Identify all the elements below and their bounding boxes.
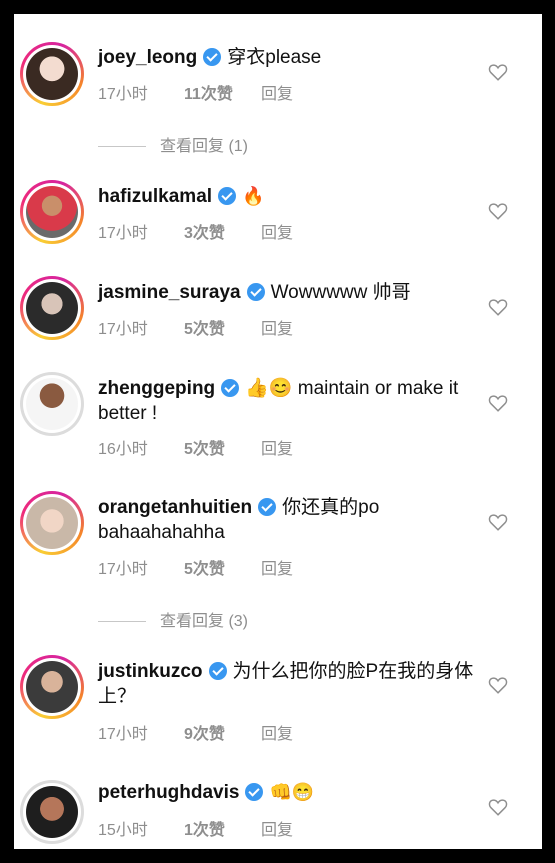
like-count[interactable]: 5次赞: [184, 315, 261, 339]
like-count[interactable]: 3次赞: [184, 219, 261, 243]
username[interactable]: justinkuzco: [98, 661, 203, 682]
comment-time: 17小时: [98, 225, 148, 242]
verified-badge-icon: [208, 662, 227, 680]
username[interactable]: peterhughdavis: [98, 782, 239, 803]
comment-text-block: peterhughdavis 👊😁: [98, 780, 478, 805]
avatar[interactable]: [20, 42, 84, 106]
comment-body: 穿衣please: [227, 47, 322, 68]
comments-panel: joey_leong 穿衣please 17小时 11次赞 回复 查看回复 (1) h…: [14, 14, 542, 849]
heart-icon[interactable]: [488, 676, 508, 694]
heart-icon[interactable]: [488, 798, 508, 816]
comment-text-block: justinkuzco 为什么把你的脸P在我的身体上？: [98, 659, 478, 709]
verified-badge-icon: [203, 48, 222, 66]
verified-badge-icon: [258, 498, 277, 516]
divider-line: [98, 621, 146, 623]
like-count[interactable]: 9次赞: [184, 720, 261, 744]
username[interactable]: hafizulkamal: [98, 186, 212, 207]
comment-time: 16小时: [98, 441, 148, 458]
view-replies-button[interactable]: 查看回复 (3): [98, 607, 248, 631]
heart-icon[interactable]: [488, 298, 508, 316]
comment-time: 17小时: [98, 321, 148, 338]
reply-button[interactable]: 回复: [261, 555, 293, 579]
username[interactable]: zhenggeping: [98, 378, 215, 399]
verified-badge-icon: [221, 379, 240, 397]
comment-meta: 17小时 3次赞 回复: [98, 219, 293, 243]
comment-meta: 17小时 11次赞 回复: [98, 80, 293, 104]
comment-time: 17小时: [98, 726, 148, 743]
view-replies-label: 查看回复 (1): [160, 138, 249, 155]
comment-text-block: joey_leong 穿衣please: [98, 45, 478, 70]
avatar[interactable]: [20, 276, 84, 340]
heart-icon[interactable]: [488, 63, 508, 81]
reply-button[interactable]: 回复: [261, 435, 293, 459]
comment-body: 🔥: [242, 186, 265, 206]
reply-button[interactable]: 回复: [261, 720, 293, 744]
avatar[interactable]: [20, 491, 84, 555]
reply-button[interactable]: 回复: [261, 315, 293, 339]
avatar[interactable]: [20, 780, 84, 844]
reply-button[interactable]: 回复: [261, 219, 293, 243]
comment-text-block: jasmine_suraya Wowwwww 帅哥: [98, 280, 478, 305]
verified-badge-icon: [246, 283, 265, 301]
like-count[interactable]: 1次赞: [184, 816, 261, 840]
comment-meta: 17小时 5次赞 回复: [98, 555, 293, 579]
comment-text-block: zhenggeping 👍😊 maintain or make it better…: [98, 376, 478, 426]
username[interactable]: joey_leong: [98, 47, 197, 68]
avatar[interactable]: [20, 180, 84, 244]
reply-button[interactable]: 回复: [261, 816, 293, 840]
comment-time: 15小时: [98, 822, 148, 839]
like-count[interactable]: 5次赞: [184, 555, 261, 579]
username[interactable]: jasmine_suraya: [98, 282, 241, 303]
heart-icon[interactable]: [488, 513, 508, 531]
reply-button[interactable]: 回复: [261, 80, 293, 104]
like-count[interactable]: 11次赞: [184, 80, 261, 104]
view-replies-button[interactable]: 查看回复 (1): [98, 132, 248, 156]
comment-body: 👊😁: [269, 782, 315, 802]
avatar[interactable]: [20, 372, 84, 436]
avatar[interactable]: [20, 655, 84, 719]
comment-meta: 17小时 9次赞 回复: [98, 720, 293, 744]
like-count[interactable]: 5次赞: [184, 435, 261, 459]
comment-meta: 17小时 5次赞 回复: [98, 315, 293, 339]
comment-time: 17小时: [98, 86, 148, 103]
username[interactable]: orangetanhuitien: [98, 497, 252, 518]
comment-meta: 16小时 5次赞 回复: [98, 435, 293, 459]
comment-time: 17小时: [98, 561, 148, 578]
comment-meta: 15小时 1次赞 回复: [98, 816, 293, 840]
comment-body: Wowwwww 帅哥: [270, 282, 411, 303]
view-replies-label: 查看回复 (3): [160, 613, 249, 630]
heart-icon[interactable]: [488, 202, 508, 220]
verified-badge-icon: [218, 187, 237, 205]
verified-badge-icon: [245, 783, 264, 801]
comment-text-block: hafizulkamal 🔥: [98, 184, 478, 209]
divider-line: [98, 146, 146, 148]
heart-icon[interactable]: [488, 394, 508, 412]
comment-text-block: orangetanhuitien 你还真的po bahaahahahha: [98, 495, 478, 545]
